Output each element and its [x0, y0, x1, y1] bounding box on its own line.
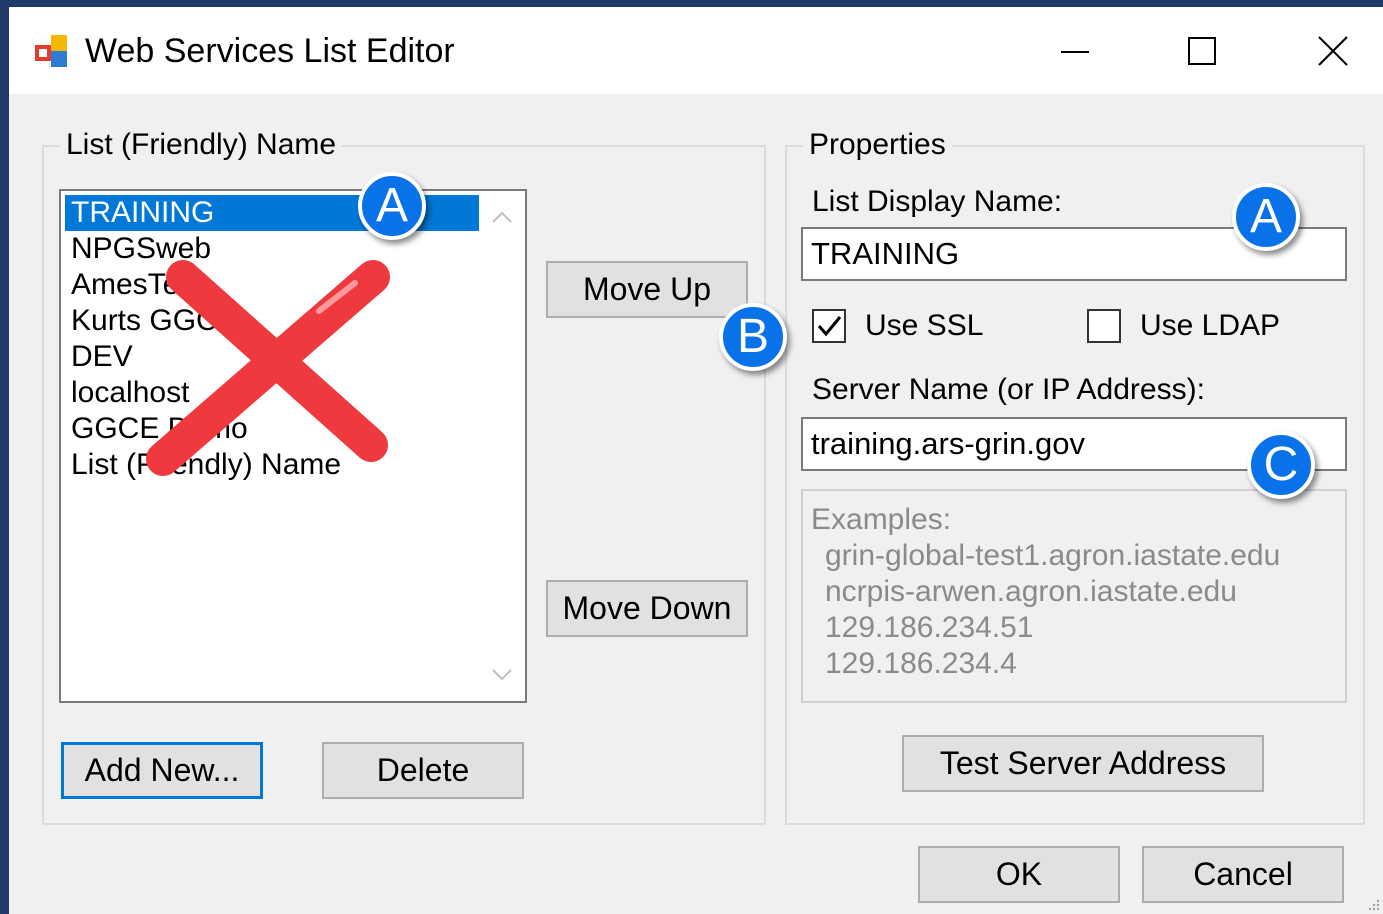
delete-button[interactable]: Delete	[322, 742, 524, 799]
server-name-label: Server Name (or IP Address):	[812, 373, 1205, 406]
list-groupbox-legend: List (Friendly) Name	[60, 127, 343, 163]
use-ldap-checkbox[interactable]	[1087, 309, 1121, 343]
properties-groupbox-legend: Properties	[803, 127, 952, 163]
move-up-button[interactable]: Move Up	[546, 261, 748, 318]
minimize-button[interactable]	[1029, 21, 1119, 83]
app-icon	[35, 35, 67, 67]
scroll-up-icon[interactable]	[489, 205, 515, 231]
dialog-window: Web Services List Editor List (Friendly)…	[9, 7, 1383, 914]
close-button[interactable]	[1287, 21, 1377, 83]
callout-b-ssl: B	[719, 303, 787, 371]
minimize-icon	[1061, 51, 1089, 53]
example-line: ncrpis-arwen.agron.iastate.edu	[825, 575, 1237, 608]
examples-label: Examples:	[811, 503, 952, 536]
use-ldap-label[interactable]: Use LDAP	[1140, 309, 1280, 343]
examples-box: Examples: grin-global-test1.agron.iastat…	[801, 489, 1347, 703]
callout-a-list: A	[358, 172, 426, 240]
test-server-address-button[interactable]: Test Server Address	[902, 735, 1264, 792]
use-ssl-checkbox[interactable]	[812, 309, 846, 343]
example-line: 129.186.234.4	[825, 647, 1017, 680]
callout-c-server: C	[1247, 431, 1315, 499]
display-name-label: List Display Name:	[812, 185, 1063, 218]
callout-a-display-name: A	[1232, 183, 1300, 251]
maximize-icon	[1188, 37, 1216, 65]
maximize-button[interactable]	[1157, 21, 1247, 83]
close-icon	[1318, 36, 1348, 66]
scroll-down-icon[interactable]	[489, 661, 515, 687]
window-title: Web Services List Editor	[85, 32, 455, 70]
example-line: 129.186.234.51	[825, 611, 1034, 644]
add-new-button[interactable]: Add New...	[61, 742, 263, 799]
checkmark-icon	[817, 316, 842, 337]
cancel-button[interactable]: Cancel	[1142, 846, 1344, 903]
use-ssl-label[interactable]: Use SSL	[865, 309, 983, 343]
example-line: grin-global-test1.agron.iastate.edu	[825, 539, 1281, 572]
cross-annotation-icon	[146, 260, 390, 476]
list-scrollbar[interactable]	[479, 191, 525, 701]
move-down-button[interactable]: Move Down	[546, 580, 748, 637]
resize-grip-icon[interactable]	[1367, 898, 1381, 912]
title-bar[interactable]: Web Services List Editor	[9, 7, 1383, 94]
ok-button[interactable]: OK	[918, 846, 1120, 903]
